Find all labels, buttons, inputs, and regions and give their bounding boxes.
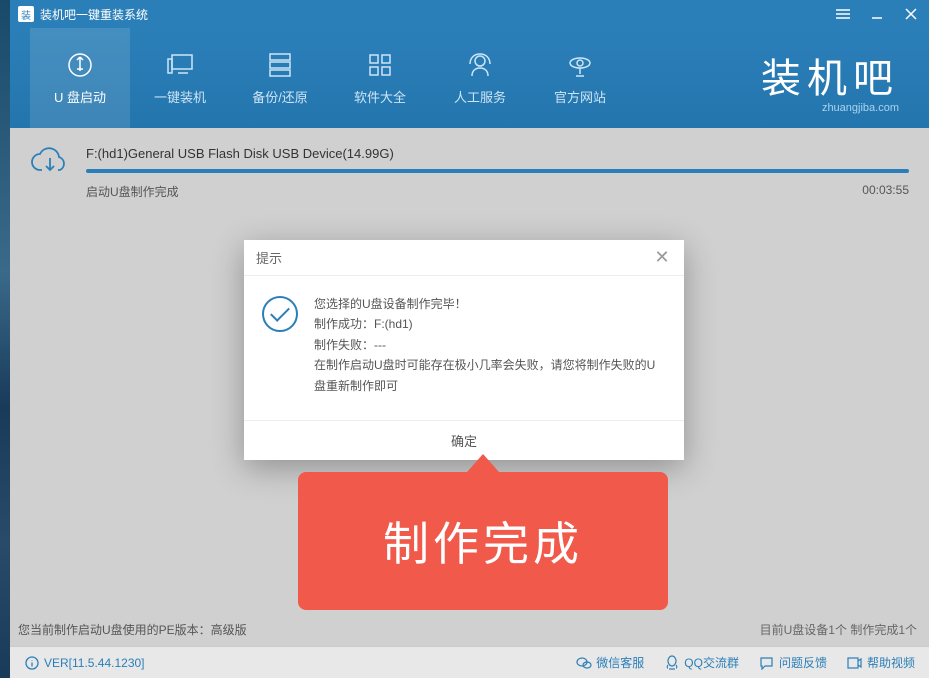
dialog-line: 制作成功：F:(hd1) [314,314,666,334]
dialog-text: 您选择的U盘设备制作完毕！ 制作成功：F:(hd1) 制作失败：--- 在制作启… [314,294,666,396]
callout-balloon: 制作完成 [298,472,668,610]
dialog-overlay: 提示 ✕ 您选择的U盘设备制作完毕！ 制作成功：F:(hd1) 制作失败：---… [0,0,929,678]
check-circle-icon [262,296,298,332]
callout-text: 制作完成 [383,508,583,574]
dialog-line: 您选择的U盘设备制作完毕！ [314,294,666,314]
dialog-footer: 确定 [244,420,684,460]
dialog-ok-button[interactable]: 确定 [431,425,497,456]
dialog-close-button[interactable]: ✕ [652,247,672,268]
dialog-line: 在制作启动U盘时可能存在极小几率会失败，请您将制作失败的U盘重新制作即可 [314,355,666,396]
dialog-line: 制作失败：--- [314,335,666,355]
dialog: 提示 ✕ 您选择的U盘设备制作完毕！ 制作成功：F:(hd1) 制作失败：---… [244,240,684,460]
dialog-header: 提示 ✕ [244,240,684,276]
dialog-title: 提示 [256,248,282,267]
dialog-body: 您选择的U盘设备制作完毕！ 制作成功：F:(hd1) 制作失败：--- 在制作启… [244,276,684,420]
